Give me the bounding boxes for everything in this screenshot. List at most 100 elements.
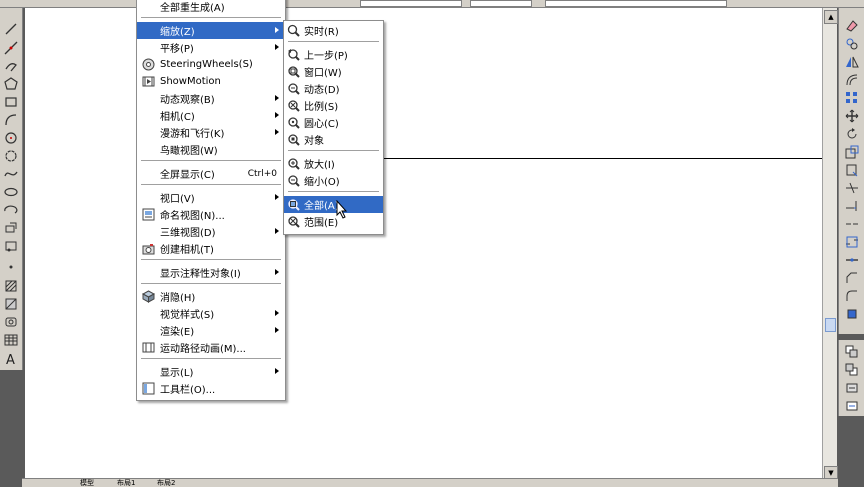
spline-icon[interactable]: [2, 166, 19, 181]
property-combo[interactable]: [470, 0, 532, 7]
send-to-back-icon[interactable]: [843, 362, 861, 377]
zoom-extents-icon: [288, 216, 300, 228]
menu-separator: [141, 184, 281, 185]
zoom-item-extents[interactable]: 范围(E): [284, 213, 383, 230]
make-block-icon[interactable]: [2, 238, 19, 253]
zoom-in-icon: [288, 158, 300, 170]
zoom-item-previous[interactable]: 上一步(P): [284, 46, 383, 63]
scale-icon[interactable]: [843, 144, 861, 159]
menu-item-pan[interactable]: 平移(P): [137, 39, 285, 56]
circle-icon[interactable]: [2, 130, 19, 145]
bring-to-front-icon[interactable]: [843, 344, 861, 359]
offset-icon[interactable]: [843, 72, 861, 87]
zoom-item-center[interactable]: 圆心(C): [284, 114, 383, 131]
zoom-item-object[interactable]: 对象: [284, 131, 383, 148]
point-icon[interactable]: [2, 259, 19, 274]
revision-cloud-icon[interactable]: [2, 148, 19, 163]
menu-item-named-views[interactable]: 命名视图(N)...: [137, 206, 285, 223]
menu-item-zoom[interactable]: 缩放(Z): [137, 22, 285, 39]
submenu-arrow-icon: [275, 129, 279, 135]
menu-separator: [141, 283, 281, 284]
menu-item-toolbars[interactable]: 工具栏(O)...: [137, 380, 285, 397]
submenu-arrow-icon: [275, 368, 279, 374]
erase-icon[interactable]: [843, 18, 861, 33]
stretch-icon[interactable]: [843, 162, 861, 177]
hide-icon: [142, 290, 155, 303]
scroll-thumb[interactable]: [825, 318, 836, 332]
menu-item-orbit[interactable]: 动态观察(B): [137, 90, 285, 107]
trim-icon[interactable]: [843, 180, 861, 195]
multiline-text-icon[interactable]: A: [2, 351, 19, 366]
gradient-icon[interactable]: [2, 296, 19, 311]
rectangle-icon[interactable]: [2, 94, 19, 109]
layer-combo[interactable]: [360, 0, 462, 7]
send-under-icon[interactable]: [843, 398, 861, 413]
chamfer-icon[interactable]: [843, 270, 861, 285]
menu-item-3d-views[interactable]: 三维视图(D): [137, 223, 285, 240]
menu-item-display[interactable]: 显示(L): [137, 363, 285, 380]
construction-line-icon[interactable]: [2, 40, 19, 55]
menu-item-hide[interactable]: 消隐(H): [137, 288, 285, 305]
zoom-item-all[interactable]: 全部(A): [284, 196, 383, 213]
fillet-icon[interactable]: [843, 288, 861, 303]
hatch-icon[interactable]: [2, 278, 19, 293]
polyline-icon[interactable]: [2, 58, 19, 73]
menu-item-aerial-view[interactable]: 鸟瞰视图(W): [137, 141, 285, 158]
ellipse-icon[interactable]: [2, 184, 19, 199]
menu-item-walk-and-fly[interactable]: 漫游和飞行(K): [137, 124, 285, 141]
explode-icon[interactable]: [843, 306, 861, 321]
vertical-scrollbar[interactable]: ▲ ▼: [822, 8, 838, 480]
submenu-arrow-icon: [275, 44, 279, 50]
rotate-icon[interactable]: [843, 126, 861, 141]
move-icon[interactable]: [843, 108, 861, 123]
bring-above-icon[interactable]: [843, 380, 861, 395]
scroll-up-button[interactable]: ▲: [824, 10, 838, 24]
array-icon[interactable]: [843, 90, 861, 105]
ellipse-arc-icon[interactable]: [2, 202, 19, 217]
zoom-object-icon: [288, 134, 300, 146]
zoom-item-scale[interactable]: 比例(S): [284, 97, 383, 114]
view-menu-dropdown: 全部重生成(A) 缩放(Z) 平移(P) SteeringWheels(S) S…: [136, 0, 286, 401]
table-icon[interactable]: [2, 332, 19, 347]
menu-item-render[interactable]: 渲染(E): [137, 322, 285, 339]
menu-item-steeringwheels[interactable]: SteeringWheels(S): [137, 56, 285, 73]
named-view-icon: [142, 208, 155, 221]
draw-toolbar: A: [0, 8, 23, 370]
modify-toolbar: [838, 8, 864, 334]
zoom-scale-icon: [288, 100, 300, 112]
copy-icon[interactable]: [843, 36, 861, 51]
menu-item-camera[interactable]: 相机(C): [137, 107, 285, 124]
break-icon[interactable]: [843, 234, 861, 249]
insert-block-icon[interactable]: [2, 220, 19, 235]
extend-icon[interactable]: [843, 198, 861, 213]
submenu-arrow-icon: [275, 112, 279, 118]
mouse-cursor-icon: [336, 200, 348, 219]
line-icon[interactable]: [2, 21, 19, 36]
zoom-item-realtime[interactable]: 实时(R): [284, 22, 383, 39]
mirror-icon[interactable]: [843, 54, 861, 69]
linetype-combo[interactable]: [545, 0, 727, 7]
menu-item-clean-screen[interactable]: 全屏显示(C) Ctrl+0: [137, 165, 285, 182]
arc-icon[interactable]: [2, 112, 19, 127]
polygon-icon[interactable]: [2, 76, 19, 91]
menu-item-showmotion[interactable]: ShowMotion: [137, 73, 285, 90]
zoom-item-out[interactable]: 缩小(O): [284, 172, 383, 189]
top-toolbar-strip: [0, 0, 864, 8]
menu-item-regen-all[interactable]: 全部重生成(A): [137, 0, 285, 15]
showmotion-icon: [142, 76, 155, 87]
menu-item-motion-path-animations[interactable]: 运动路径动画(M)...: [137, 339, 285, 356]
zoom-item-in[interactable]: 放大(I): [284, 155, 383, 172]
region-icon[interactable]: [2, 314, 19, 329]
zoom-item-dynamic[interactable]: 动态(D): [284, 80, 383, 97]
submenu-arrow-icon: [275, 194, 279, 200]
menu-item-create-camera[interactable]: 创建相机(T): [137, 240, 285, 257]
zoom-center-icon: [288, 117, 300, 129]
zoom-previous-icon: [288, 49, 300, 61]
break-at-point-icon[interactable]: [843, 216, 861, 231]
join-icon[interactable]: [843, 252, 861, 267]
menu-item-viewports[interactable]: 视口(V): [137, 189, 285, 206]
zoom-item-window[interactable]: 窗口(W): [284, 63, 383, 80]
menu-separator: [141, 358, 281, 359]
menu-item-annotation-objects[interactable]: 显示注释性对象(I): [137, 264, 285, 281]
menu-item-visual-styles[interactable]: 视觉样式(S): [137, 305, 285, 322]
